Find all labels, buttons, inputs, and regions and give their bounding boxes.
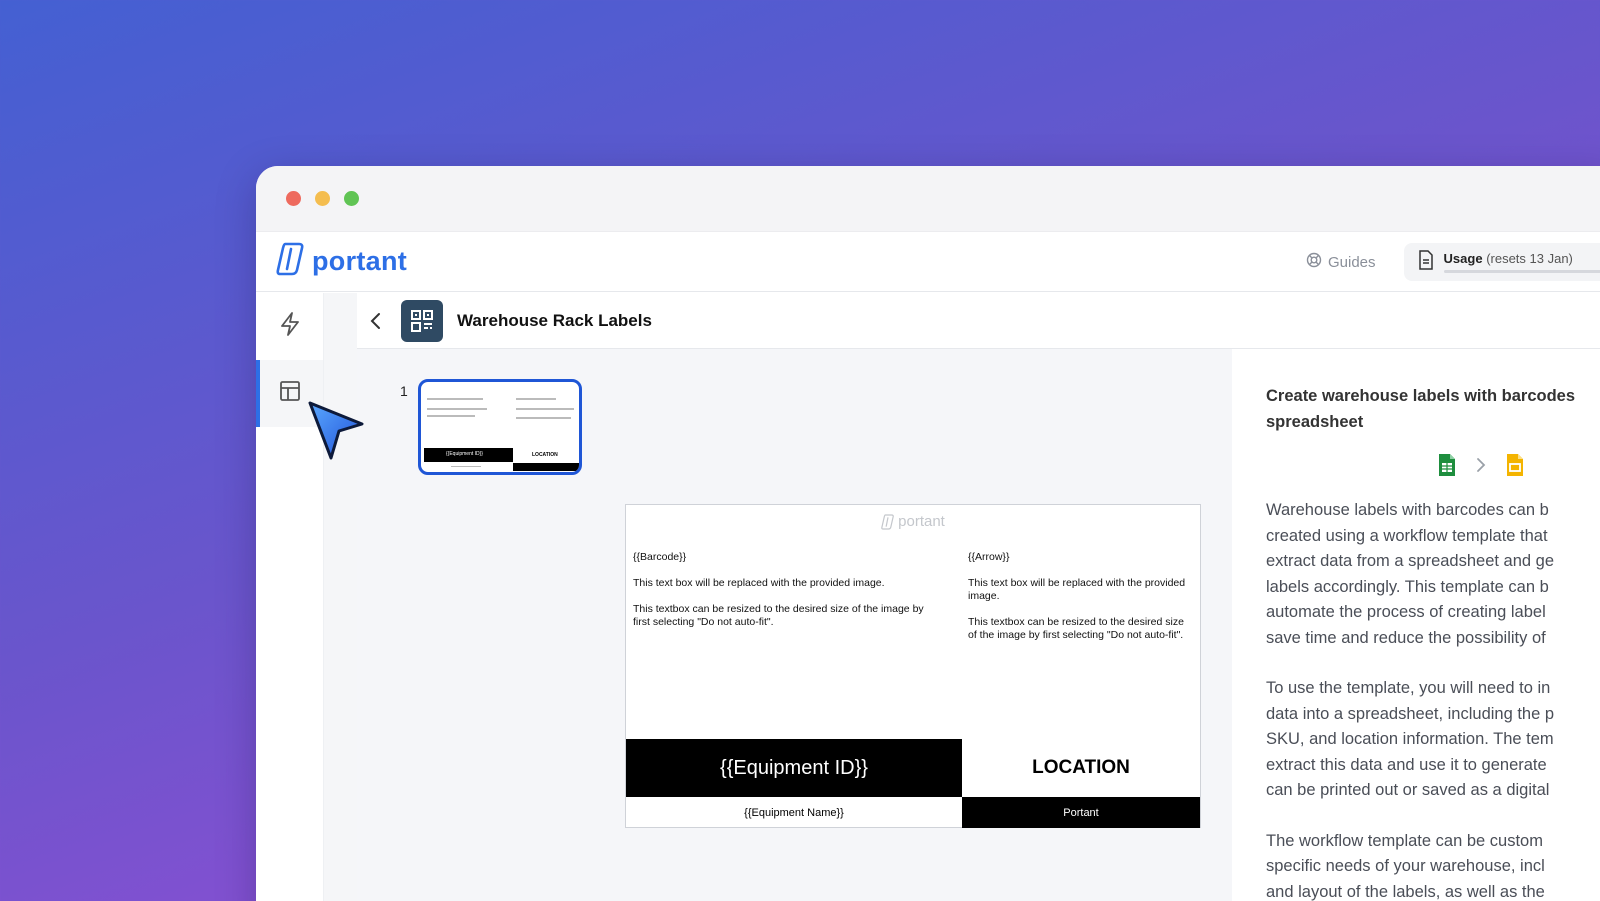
- portant-logo-icon: [276, 242, 306, 281]
- maximize-window-button[interactable]: [344, 191, 359, 206]
- google-slides-icon: [1506, 453, 1524, 482]
- template-description-panel: Create warehouse labels with barcodes sp…: [1232, 349, 1600, 901]
- app-window: portant Guides Usage (resets 13 Jan) War…: [256, 166, 1600, 901]
- google-sheets-icon: [1438, 453, 1456, 482]
- template-icon: [401, 299, 443, 342]
- qr-code-icon: [411, 309, 433, 332]
- thumb-text-line: [427, 398, 483, 400]
- nav-right: Guides Usage (resets 13 Jan): [1306, 232, 1600, 292]
- workflow-flow: [1438, 453, 1600, 482]
- brand-name: portant: [312, 246, 408, 276]
- barcode-note-1: This text box will be replaced with the …: [633, 577, 885, 589]
- minimize-window-button[interactable]: [315, 191, 330, 206]
- thumb-text-line: [451, 466, 481, 467]
- description-line: data into a spreadsheet, including the p: [1266, 704, 1555, 723]
- page-logo: portant: [626, 513, 1200, 530]
- arrow-note-1: This text box will be replaced with the …: [968, 577, 1186, 602]
- description-line: specific needs of your warehouse, incl: [1266, 857, 1545, 875]
- page-logo-text: portant: [898, 513, 945, 530]
- panel-title: Create warehouse labels with barcodes sp…: [1266, 383, 1600, 435]
- content-area: Warehouse Rack Labels 1 {{Equipment ID}}…: [256, 293, 1600, 901]
- equipment-name-field[interactable]: {{Equipment Name}}: [626, 797, 962, 828]
- description-line: Warehouse labels with barcodes can b: [1266, 501, 1549, 519]
- location-field[interactable]: LOCATION: [962, 739, 1200, 797]
- thumb-id-label: {{Equipment ID}}: [446, 451, 483, 457]
- description-paragraph-2: To use the template, you will need to in…: [1266, 676, 1600, 804]
- thumb-footer-bar: [513, 463, 579, 471]
- lightning-icon: [279, 312, 301, 341]
- description-line: labels accordingly. This template can b: [1266, 577, 1549, 596]
- chevron-right-icon: [1476, 457, 1486, 478]
- sidebar-item-automations[interactable]: [256, 293, 323, 360]
- thumb-text-line: [427, 415, 475, 417]
- arrow-placeholder: {{Arrow}}: [968, 551, 1010, 563]
- description-line: created using a workflow template that: [1266, 526, 1548, 545]
- description-line: To use the template, you will need to in: [1266, 679, 1551, 697]
- barcode-note-2: This textbox can be resized to the desir…: [633, 603, 924, 628]
- description-line: SKU, and location information. The tem: [1266, 730, 1554, 748]
- description-line: automate the process of creating label: [1266, 603, 1546, 621]
- guides-label: Guides: [1328, 253, 1376, 271]
- equipment-id-field[interactable]: {{Equipment ID}}: [626, 739, 962, 797]
- description-line: The workflow template can be custom: [1266, 831, 1543, 850]
- chevron-left-icon: [370, 312, 380, 329]
- page-thumbnail[interactable]: {{Equipment ID}} LOCATION: [418, 379, 582, 475]
- label-page-preview: portant {{Barcode}} This text box will b…: [625, 504, 1201, 828]
- panel-title-line-1: Create warehouse labels with barcodes: [1266, 387, 1576, 405]
- footer-brand-field[interactable]: Portant: [962, 797, 1200, 828]
- slides-canvas: 1 {{Equipment ID}} LOCATION portant {{Ba…: [357, 349, 1232, 901]
- panel-description: Warehouse labels with barcodes can b cre…: [1266, 498, 1600, 901]
- top-navigation: portant Guides Usage (resets 13 Jan): [256, 232, 1600, 292]
- barcode-placeholder: {{Barcode}}: [633, 551, 687, 563]
- usage-reset: (resets 13 Jan): [1486, 251, 1573, 266]
- page-title: Warehouse Rack Labels: [457, 310, 652, 330]
- back-button[interactable]: [363, 309, 387, 333]
- arrow-note-2: This textbox can be resized to the desir…: [968, 616, 1184, 641]
- description-line: extract data from a spreadsheet and ge: [1266, 552, 1555, 570]
- description-paragraph-3: The workflow template can be custom spec…: [1266, 829, 1600, 901]
- panel-title-line-2: spreadsheet: [1266, 413, 1364, 431]
- close-window-button[interactable]: [286, 191, 301, 206]
- document-icon: [1418, 249, 1434, 275]
- thumb-text-line: [516, 417, 571, 419]
- lifebuoy-icon: [1306, 252, 1322, 272]
- description-paragraph-1: Warehouse labels with barcodes can b cre…: [1266, 498, 1600, 651]
- usage-progress-bar: [1443, 270, 1600, 273]
- usage-label: Usage: [1443, 251, 1483, 266]
- portant-logo-icon: [881, 513, 894, 530]
- description-line: and layout of the labels, as well as the: [1266, 882, 1545, 901]
- thumb-text-line: [427, 408, 487, 410]
- document-header: Warehouse Rack Labels: [357, 293, 1600, 349]
- guides-link[interactable]: Guides: [1306, 252, 1376, 272]
- sidebar-gutter: [324, 293, 357, 901]
- description-line: can be printed out or saved as a digital: [1266, 781, 1550, 799]
- main-panel: Warehouse Rack Labels 1 {{Equipment ID}}…: [357, 293, 1600, 901]
- arrow-textbox[interactable]: {{Arrow}} This text box will be replaced…: [968, 551, 1188, 655]
- thumb-location-label: LOCATION: [532, 452, 558, 458]
- usage-widget[interactable]: Usage (resets 13 Jan): [1403, 243, 1600, 281]
- layout-icon: [279, 380, 301, 407]
- pointer-cursor-icon: [306, 400, 366, 467]
- usage-info: Usage (resets 13 Jan): [1443, 251, 1600, 273]
- barcode-textbox[interactable]: {{Barcode}} This text box will be replac…: [633, 551, 943, 642]
- usage-text: Usage (resets 13 Jan): [1444, 251, 1600, 266]
- thumbnail-page-number: 1: [400, 383, 408, 399]
- thumb-text-line: [516, 398, 556, 400]
- brand-logo[interactable]: portant: [276, 242, 407, 281]
- description-line: extract this data and use it to generate: [1266, 755, 1547, 774]
- thumb-text-line: [516, 408, 574, 410]
- window-titlebar: [256, 166, 1600, 232]
- sidebar: [256, 293, 324, 901]
- description-line: save time and reduce the possibility of: [1266, 628, 1546, 647]
